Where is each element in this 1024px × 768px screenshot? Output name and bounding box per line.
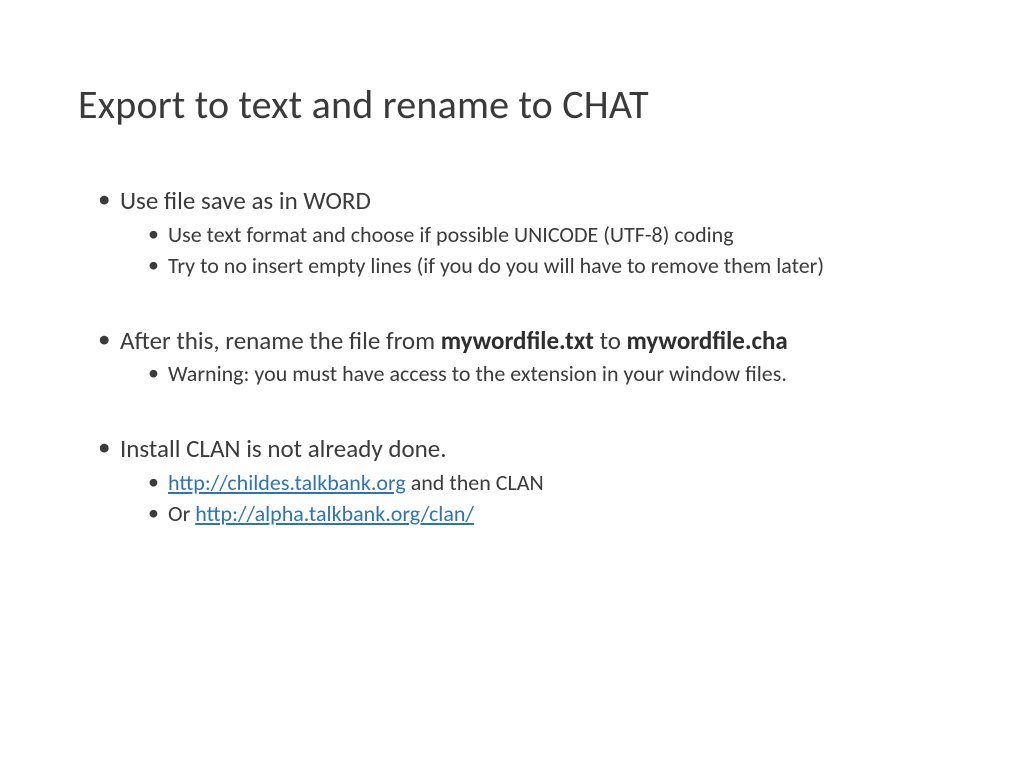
bullet-item-1: Use file save as in WORD Use text format… bbox=[98, 185, 926, 281]
sub-item-1a: Use text format and choose if possible U… bbox=[148, 220, 926, 250]
bullet-list: Use file save as in WORD Use text format… bbox=[78, 185, 946, 529]
sub-list-1: Use text format and choose if possible U… bbox=[120, 220, 926, 281]
bullet-2-prefix: After this, rename the file from bbox=[120, 325, 441, 356]
sub-item-2a: Warning: you must have access to the ext… bbox=[148, 359, 926, 389]
sub-item-3b: Or http://alpha.talkbank.org/clan/ bbox=[148, 499, 926, 529]
link-childes[interactable]: http://childes.talkbank.org bbox=[168, 469, 406, 496]
slide-title: Export to text and rename to CHAT bbox=[78, 80, 946, 129]
spacer bbox=[98, 285, 926, 321]
bullet-2-bold1: mywordfile.txt bbox=[441, 325, 594, 356]
bullet-1-text: Use file save as in WORD bbox=[120, 185, 371, 216]
link-alpha-clan[interactable]: http://alpha.talkbank.org/clan/ bbox=[195, 500, 474, 527]
bullet-item-3: Install CLAN is not already done. http:/… bbox=[98, 433, 926, 529]
spacer bbox=[98, 393, 926, 429]
bullet-2-mid: to bbox=[594, 325, 627, 356]
sub-3a-tail: and then CLAN bbox=[406, 469, 544, 496]
slide-body: Export to text and rename to CHAT Use fi… bbox=[0, 0, 1024, 768]
bullet-3-text: Install CLAN is not already done. bbox=[120, 433, 447, 464]
sub-item-3a: http://childes.talkbank.org and then CLA… bbox=[148, 468, 926, 498]
sub-3b-prefix: Or bbox=[168, 500, 195, 527]
bullet-2-bold2: mywordfile.cha bbox=[627, 325, 788, 356]
bullet-item-2: After this, rename the file from mywordf… bbox=[98, 325, 926, 389]
sub-list-3: http://childes.talkbank.org and then CLA… bbox=[120, 468, 926, 529]
sub-item-1b: Try to no insert empty lines (if you do … bbox=[148, 251, 926, 281]
sub-list-2: Warning: you must have access to the ext… bbox=[120, 359, 926, 389]
